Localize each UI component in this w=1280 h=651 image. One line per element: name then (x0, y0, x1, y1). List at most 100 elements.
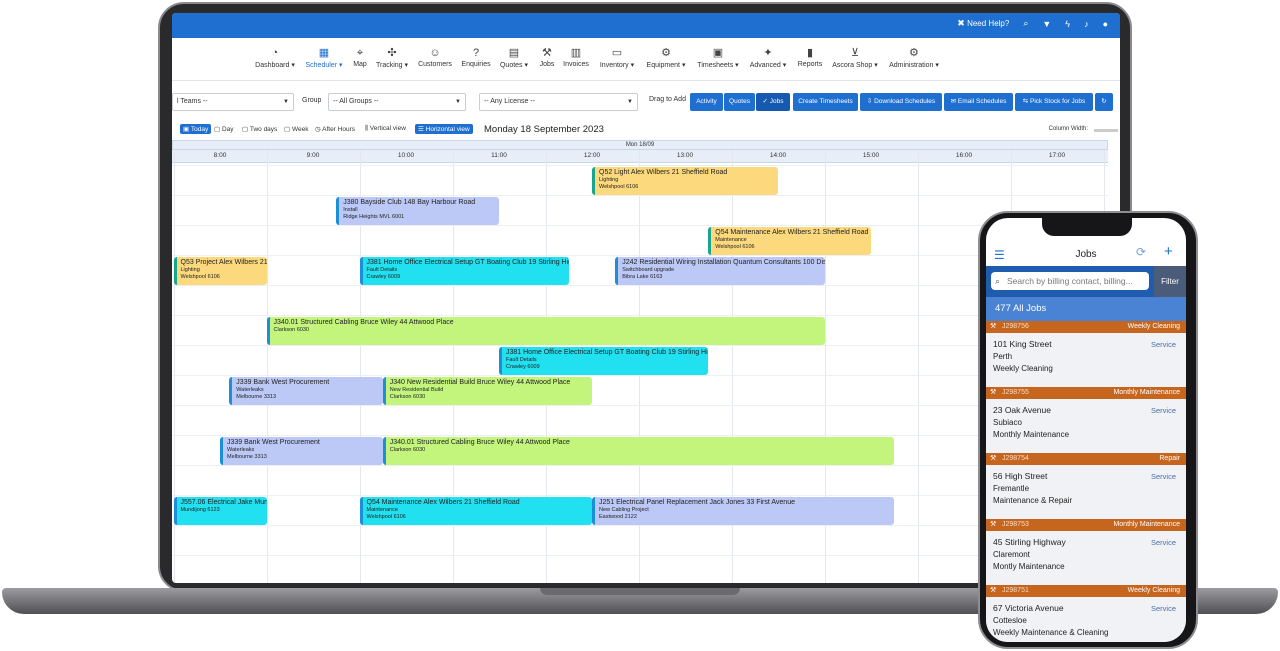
event-title: J242 Residential Wiring Installation Qua… (622, 259, 824, 266)
quotes-button[interactable]: Quotes (724, 93, 755, 111)
job-header[interactable]: ⚒ J298751 Weekly Cleaning (986, 585, 1186, 597)
schedule-event[interactable]: J339 Bank West Procurement Waterleaks Melb… (220, 437, 383, 465)
phone-search-input[interactable]: ⌕ Search by billing contact, billing... (991, 272, 1149, 290)
nav-item-reports[interactable]: ▮ Reports (798, 46, 823, 68)
schedule-event[interactable]: J242 Residential Wiring Installation Qua… (615, 257, 825, 285)
schedule-event[interactable]: J340 New Residential Build Bruce Wiley 4… (382, 377, 592, 405)
bookmark-icon[interactable]: ▼ (1042, 19, 1051, 29)
today-button[interactable]: ▣ Today (180, 124, 212, 134)
job-header[interactable]: ⚒ J298754 Repair (986, 453, 1186, 465)
schedule-event[interactable]: J557.06 Electrical Jake Mundijong 6123Mu… (173, 497, 267, 525)
download-schedules-button[interactable]: ⇩ Download Schedules (860, 93, 942, 111)
nav-item-ascora-shop[interactable]: ⊻ Ascora Shop ▾ (832, 46, 878, 69)
jobs-button[interactable]: ✓ Jobs (756, 93, 790, 111)
search-icon[interactable]: ⌕ (1023, 18, 1028, 29)
wrench-icon: ⚒ (990, 521, 997, 528)
column-width-slider[interactable] (1094, 129, 1118, 132)
schedule-event[interactable]: J251 Electrical Panel Replacement Jack J… (592, 497, 895, 525)
job-header[interactable]: ⚒ J298753 Monthly Maintenance (986, 519, 1186, 531)
bolt-icon[interactable]: ϟ (1065, 19, 1070, 29)
job-description: Weekly Cleaning (993, 364, 1053, 373)
nav-item-scheduler[interactable]: ▦ Scheduler ▾ (306, 46, 343, 69)
job-card[interactable]: 67 Victoria Avenue Cottesloe Weekly Mainte… (986, 597, 1186, 642)
nav-label: Map (353, 61, 367, 68)
event-location: Bibra Lake 6163 (622, 274, 663, 280)
schedule-event[interactable]: Q52 Light Alex Wilbers 21 Sheffield Road… (592, 167, 778, 195)
horizontal-view-button[interactable]: ☰ Horizontal view (415, 124, 473, 134)
schedule-event[interactable]: J381 Home Office Electrical Setup GT Boa… (359, 257, 569, 285)
job-service-tag: Service (1150, 604, 1176, 613)
nav-item-advanced[interactable]: ✦ Advanced ▾ (750, 46, 787, 69)
nav-item-dashboard[interactable]: ◔ Dashboard ▾ (255, 46, 295, 69)
view-toolbar: ▣ Today ▢ Day ▢ Two days ▢ Week ◷ After … (172, 124, 1120, 138)
event-location: Melbourne 3313 (236, 394, 277, 400)
job-card[interactable]: 45 Stirling Highway Claremont Montly Maint… (986, 531, 1186, 585)
plus-icon[interactable]: + (1164, 243, 1173, 260)
job-header[interactable]: ⚒ J298756 Weekly Cleaning (986, 321, 1186, 333)
job-description: Monthly Maintenance (993, 430, 1070, 439)
event-title: J380 Bayside Club 148 Bay Harbour Road (343, 199, 476, 206)
pick-icon: ⇆ (1022, 98, 1030, 105)
hour-header: 8:00 9:00 10:00 11:00 12:00 13:00 14:00 15:00 16… (172, 150, 1108, 163)
nav-item-quotes[interactable]: ▤ Quotes ▾ (500, 46, 528, 69)
nav-item-equipment[interactable]: ⚙ Equipment ▾ (647, 46, 686, 69)
job-street: 101 King Street (993, 339, 1052, 349)
need-help-link[interactable]: ✖ Need Help? (957, 18, 1009, 29)
schedule-event[interactable]: J340.01 Structured Cabling Bruce Wiley 4… (382, 437, 895, 465)
vertical-view-button[interactable]: ⫼ Vertical view (365, 125, 406, 133)
schedule-event[interactable]: J381 Home Office Electrical Setup GT Boa… (499, 347, 709, 375)
filter-button[interactable]: Filter (1154, 266, 1186, 297)
bell-icon[interactable]: ♪ (1084, 19, 1089, 29)
day-view-button[interactable]: ▢ Day (214, 125, 234, 133)
nav-item-customers[interactable]: ☺ Customers (418, 46, 452, 68)
nav-item-invoices[interactable]: ▥ Invoices (563, 46, 589, 68)
schedule-event[interactable]: Q54 Maintenance Alex Wilbers 21 Sheffiel… (708, 227, 871, 255)
rows-icon: ☰ (418, 126, 426, 133)
group-select[interactable]: -- All Groups -- ▼ (328, 93, 466, 111)
schedule-event[interactable]: J340.01 Structured Cabling Bruce Wiley 4… (266, 317, 825, 345)
user-icon[interactable]: ● (1103, 19, 1108, 29)
nav-item-administration[interactable]: ⚙ Administration ▾ (889, 46, 939, 69)
event-location: Clarkson 6030 (389, 394, 426, 400)
job-street: 56 High Street (993, 471, 1048, 481)
row-gridline (172, 195, 1108, 196)
laptop-notch (540, 588, 740, 595)
nav-item-enquiries[interactable]: ? Enquiries (461, 46, 490, 68)
after-hours-button[interactable]: ◷ After Hours (315, 125, 355, 133)
event-detail: Clarkson 6030 (389, 447, 426, 453)
job-card[interactable]: 23 Oak Avenue Subiaco Monthly Maintenance S… (986, 399, 1186, 453)
email-schedules-button[interactable]: ✉ Email Schedules (944, 93, 1013, 111)
nav-item-tracking[interactable]: ✣ Tracking ▾ (376, 46, 408, 69)
pick-stock-button[interactable]: ⇆ Pick Stock for Jobs (1015, 93, 1093, 111)
week-view-button[interactable]: ▢ Week (284, 125, 308, 133)
license-select[interactable]: -- Any License -- ▼ (479, 93, 638, 111)
schedule-event[interactable]: Q53 Project Alex Wilbers 21 Sheffield Ro… (173, 257, 267, 285)
job-city: Subiaco (993, 418, 1022, 427)
job-card[interactable]: 56 High Street Fremantle Maintenance & Rep… (986, 465, 1186, 519)
event-title: Q53 Project Alex Wilbers 21 Sheffield Ro… (180, 259, 267, 266)
license-value: -- Any License -- (484, 98, 535, 105)
nav-item-jobs[interactable]: ⚒ Jobs (540, 46, 555, 68)
job-header[interactable]: ⚒ J298755 Monthly Maintenance (986, 387, 1186, 399)
schedule-event[interactable]: Q54 Maintenance Alex Wilbers 21 Sheffiel… (359, 497, 592, 525)
job-type: Weekly Cleaning (1127, 323, 1180, 330)
drag-to-add-label: Drag to Add (649, 96, 686, 103)
phone-screen: ☰ Jobs ⟳ + ⌕ Search by billing contact, b… (986, 218, 1186, 642)
download-icon: ⇩ (866, 98, 875, 105)
refresh-button[interactable]: ↻ (1095, 93, 1113, 111)
schedule-event[interactable]: J380 Bayside Club 148 Bay Harbour Road In… (336, 197, 499, 225)
job-card[interactable]: 101 King Street Perth Weekly Cleaning Servi… (986, 333, 1186, 387)
sync-icon[interactable]: ⟳ (1136, 245, 1146, 259)
event-detail: Switchboard upgrade (622, 267, 675, 273)
create-timesheets-button[interactable]: Create Timesheets (793, 93, 858, 111)
bar-chart-icon: ▮ (806, 47, 814, 59)
schedule-event[interactable]: J339 Bank West Procurement Waterleaks Melb… (229, 377, 383, 405)
nav-item-map[interactable]: ⌖ Map (353, 46, 367, 68)
teams-select[interactable]: l Teams -- ▼ (172, 93, 294, 111)
two-days-view-button[interactable]: ▢ Two days (242, 125, 277, 133)
job-city: Claremont (993, 550, 1030, 559)
nav-label: Inventory (599, 62, 629, 69)
nav-item-timesheets[interactable]: ▣ Timesheets ▾ (697, 46, 738, 69)
activity-button[interactable]: Activity (690, 93, 723, 111)
nav-item-inventory[interactable]: ▭ Inventory ▾ (600, 46, 634, 69)
